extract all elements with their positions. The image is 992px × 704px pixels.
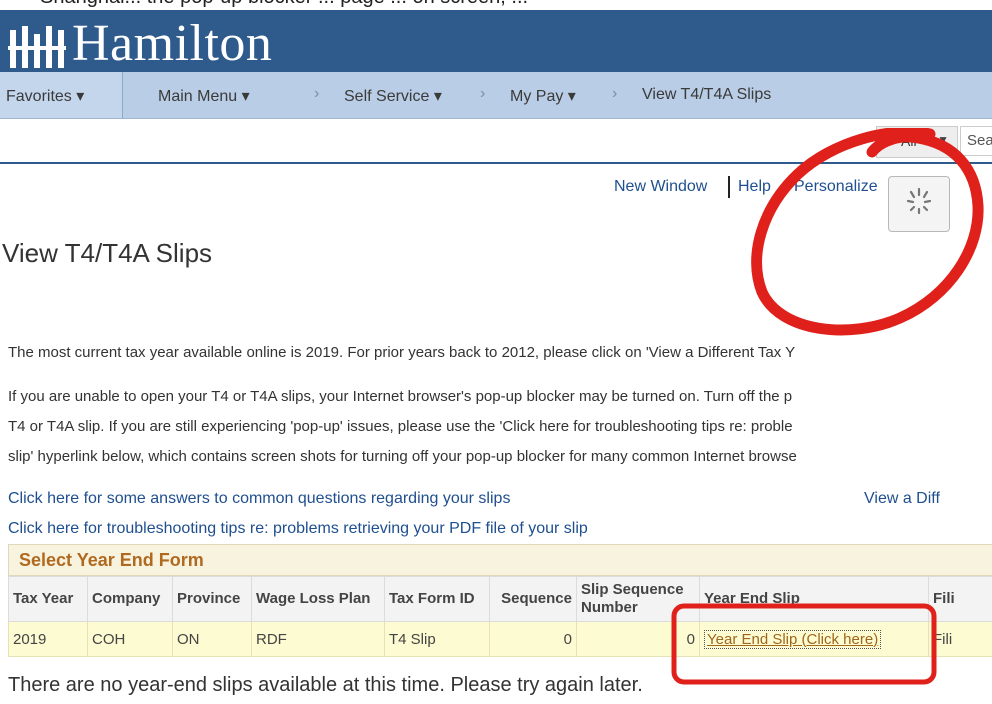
- dropdown-caret-icon: ▼: [937, 133, 949, 147]
- col-province[interactable]: Province: [172, 576, 252, 622]
- table-header-row: Tax Year Company Province Wage Loss Plan…: [8, 576, 992, 622]
- top-strip-text: Shanghai... the pop-up blocker ... page …: [40, 0, 528, 9]
- cell-province: ON: [172, 621, 252, 657]
- chevron-right-icon: ›: [480, 85, 486, 102]
- nav-favorites[interactable]: Favorites ▾: [6, 86, 84, 106]
- search-scope-select[interactable]: All ▼: [876, 126, 958, 158]
- info-paragraph-popup-1: If you are unable to open your T4 or T4A…: [8, 388, 793, 405]
- no-slips-message: There are no year-end slips available at…: [8, 674, 643, 696]
- cell-tax-form-id: T4 Slip: [384, 621, 490, 657]
- year-end-form-grid: Select Year End Form Tax Year Company Pr…: [8, 544, 992, 662]
- col-year-end-slip[interactable]: Year End Slip: [699, 576, 929, 622]
- site-logo-text: Hamilton: [72, 15, 273, 72]
- col-wage-loss-plan[interactable]: Wage Loss Plan: [251, 576, 385, 622]
- col-tax-form-id[interactable]: Tax Form ID: [384, 576, 490, 622]
- common-questions-link[interactable]: Click here for some answers to common qu…: [8, 490, 510, 508]
- cell-year-end-slip: Year End Slip (Click here): [699, 621, 929, 657]
- table-row: 2019 COH ON RDF T4 Slip 0 0 Year End Sli…: [8, 621, 992, 657]
- cell-company: COH: [87, 621, 173, 657]
- link-divider: [728, 176, 730, 198]
- nav-favorites-tab[interactable]: Favorites ▾: [0, 72, 123, 118]
- personalize-link[interactable]: Personalize: [794, 178, 878, 196]
- nav-my-pay[interactable]: My Pay ▾: [510, 86, 576, 106]
- hamilton-logo-icon: [8, 26, 66, 68]
- grid-title: Select Year End Form: [19, 550, 204, 570]
- nav-self-service[interactable]: Self Service ▾: [344, 86, 442, 106]
- col-filing[interactable]: Fili: [928, 576, 992, 622]
- col-sequence[interactable]: Sequence: [489, 576, 577, 622]
- cell-tax-year: 2019: [8, 621, 88, 657]
- new-window-link[interactable]: New Window: [614, 178, 707, 196]
- search-scope-value: All: [901, 133, 917, 149]
- cell-filing: Fili: [928, 621, 992, 657]
- nav-bar: Favorites ▾ Main Menu ▾ › Self Service ▾…: [0, 72, 992, 119]
- top-text-strip: Shanghai... the pop-up blocker ... page …: [0, 0, 992, 10]
- page-title: View T4/T4A Slips: [2, 238, 213, 268]
- chevron-right-icon: ›: [314, 85, 320, 102]
- nav-main-menu[interactable]: Main Menu ▾: [158, 86, 250, 106]
- troubleshooting-link[interactable]: Click here for troubleshooting tips re: …: [8, 520, 588, 538]
- col-tax-year[interactable]: Tax Year: [8, 576, 88, 622]
- col-slip-sequence-number[interactable]: Slip Sequence Number: [576, 576, 700, 622]
- view-different-year-link[interactable]: View a Diff: [864, 490, 940, 508]
- cell-sequence: 0: [489, 621, 577, 657]
- help-link[interactable]: Help: [738, 178, 771, 196]
- info-paragraph-popup-2: T4 or T4A slip. If you are still experie…: [8, 418, 793, 435]
- info-paragraph-current-year: The most current tax year available onli…: [8, 344, 796, 361]
- year-end-table: Tax Year Company Province Wage Loss Plan…: [8, 576, 992, 657]
- col-company[interactable]: Company: [87, 576, 173, 622]
- info-paragraph-popup-3: slip' hyperlink below, which contains sc…: [8, 448, 797, 465]
- chevron-right-icon: ›: [612, 85, 618, 102]
- cell-wage-loss-plan: RDF: [251, 621, 385, 657]
- nav-current-page[interactable]: View T4/T4A Slips: [642, 86, 771, 104]
- grid-title-bar: Select Year End Form: [8, 544, 992, 576]
- search-input[interactable]: Sea: [960, 126, 992, 156]
- cell-slip-sequence: 0: [576, 621, 700, 657]
- search-bar: All ▼ Sea: [0, 118, 992, 164]
- header-banner: Hamilton: [0, 10, 992, 72]
- loading-spinner-icon: [888, 176, 950, 232]
- year-end-slip-link[interactable]: Year End Slip (Click here): [704, 629, 882, 649]
